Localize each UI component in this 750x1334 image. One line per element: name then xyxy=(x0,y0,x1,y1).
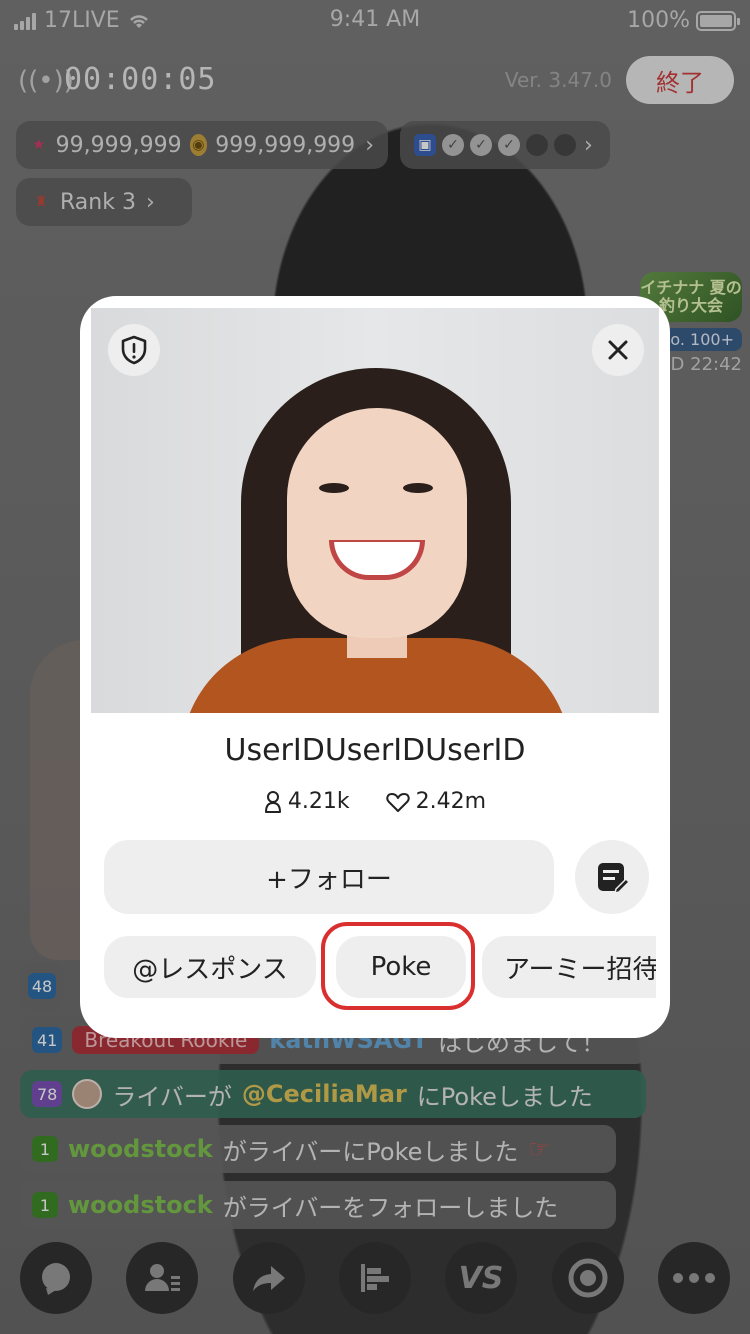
heart-icon xyxy=(385,792,410,812)
army-invite-button[interactable]: アーミー招待 xyxy=(482,936,656,998)
response-button[interactable]: @レスポンス xyxy=(104,936,316,998)
followers-count: 4.21k xyxy=(287,789,350,814)
poke-highlight-annotation xyxy=(321,922,475,1010)
close-button[interactable] xyxy=(592,324,644,376)
close-icon xyxy=(608,340,628,360)
note-edit-icon xyxy=(598,863,629,894)
report-button[interactable] xyxy=(108,324,160,376)
follow-button[interactable]: +フォロー xyxy=(104,840,554,914)
likes-stat: 2.42m xyxy=(385,789,487,814)
notes-button[interactable] xyxy=(575,840,649,914)
followers-stat: 4.21k xyxy=(264,789,350,814)
profile-stats: 4.21k 2.42m xyxy=(80,789,670,814)
likes-count: 2.42m xyxy=(415,789,487,814)
profile-photo xyxy=(91,308,659,713)
shield-icon xyxy=(121,335,147,365)
person-icon xyxy=(264,790,281,813)
profile-username: UserIDUserIDUserID xyxy=(224,733,526,768)
